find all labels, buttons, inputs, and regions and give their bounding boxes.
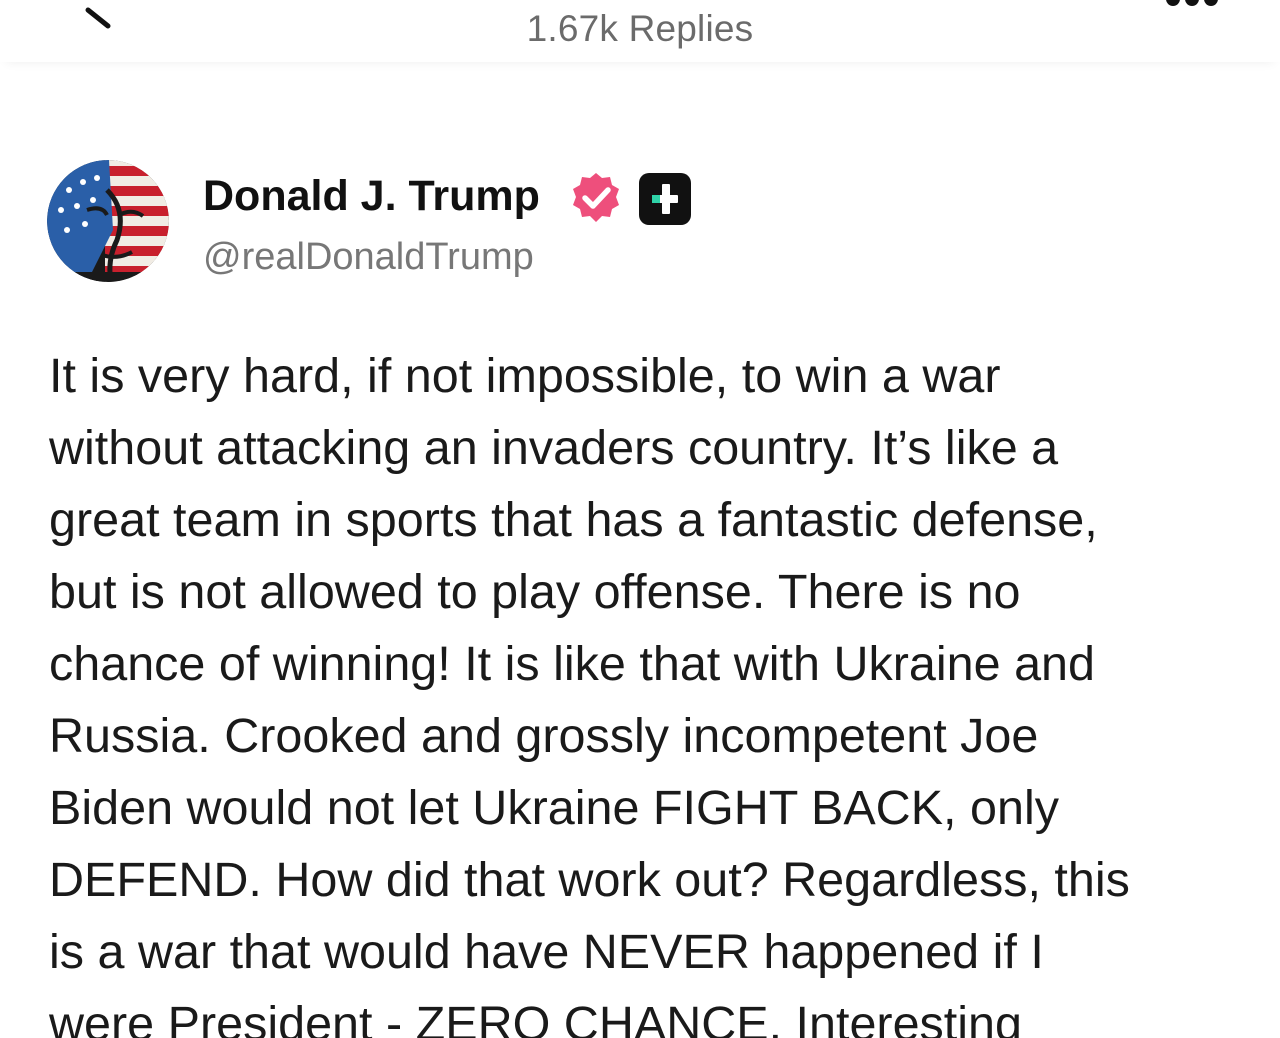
post-text-line: is a war that would have NEVER happened … <box>49 925 1044 979</box>
more-dots-icon-dot <box>1204 0 1218 6</box>
more-dots-icon <box>1166 0 1180 6</box>
author-avatar[interactable] <box>47 160 169 282</box>
post-text: It is very hard, if not impossible, to w… <box>49 340 1244 1038</box>
plus-badge-icon <box>637 171 693 227</box>
verified-badge-icon <box>568 170 624 226</box>
post-text-line: were President - ZERO CHANCE. Interestin… <box>49 997 1023 1038</box>
post-text-line: great team in sports that has a fantasti… <box>49 493 1098 547</box>
more-options-button[interactable] <box>1162 0 1222 12</box>
author-name[interactable]: Donald J. Trump <box>203 172 540 221</box>
top-bar: 1.67k Replies <box>0 0 1280 62</box>
post-text-line: without attacking an invaders country. I… <box>49 421 1059 475</box>
post-text-line: DEFEND. How did that work out? Regardles… <box>49 853 1130 907</box>
replies-count-title: 1.67k Replies <box>526 8 754 49</box>
post-text-line: It is very hard, if not impossible, to w… <box>49 349 1001 403</box>
post-text-line: but is not allowed to play offense. Ther… <box>49 565 1021 619</box>
avatar-image <box>47 160 169 282</box>
post-text-line: Biden would not let Ukraine FIGHT BACK, … <box>49 781 1059 835</box>
post-text-line: Russia. Crooked and grossly incompetent … <box>49 709 1039 763</box>
author-handle[interactable]: @realDonaldTrump <box>203 236 534 279</box>
more-dots-icon-dot <box>1185 0 1199 6</box>
post-detail-page: 1.67k Replies Donald J. Trump @realDonal… <box>0 0 1280 1038</box>
post-text-line: chance of winning! It is like that with … <box>49 637 1095 691</box>
